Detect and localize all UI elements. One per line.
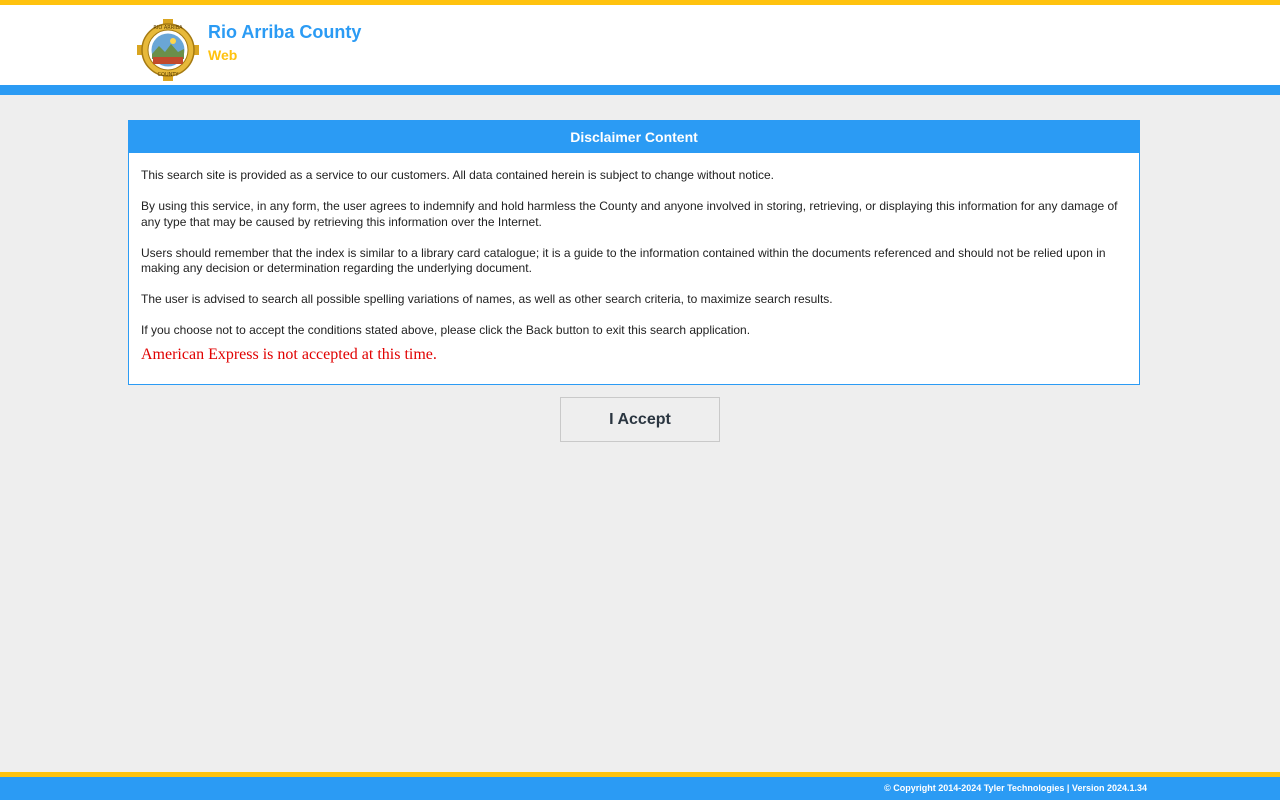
site-footer: © Copyright 2014-2024 Tyler Technologies… (0, 777, 1280, 800)
accept-button[interactable]: I Accept (560, 397, 720, 442)
disclaimer-paragraph: The user is advised to search all possib… (141, 292, 833, 306)
disclaimer-heading: Disclaimer Content (129, 121, 1139, 153)
site-title[interactable]: Rio Arriba County (208, 22, 361, 43)
disclaimer-paragraph: Users should remember that the index is … (141, 245, 1106, 276)
disclaimer-panel: Disclaimer Content This search site is p… (128, 120, 1140, 385)
site-header: RIO ARRIBA COUNTY Rio Arriba County Web (0, 5, 1280, 85)
disclaimer-paragraph: By using this service, in any form, the … (141, 199, 1118, 229)
site-subtitle: Web (208, 47, 238, 63)
county-seal-icon[interactable]: RIO ARRIBA COUNTY (137, 19, 199, 81)
header-accent-bar (0, 85, 1280, 95)
payment-notice: American Express is not accepted at this… (141, 345, 437, 363)
copyright-text: © Copyright 2014-2024 Tyler Technologies… (884, 783, 1147, 793)
disclaimer-body: This search site is provided as a servic… (129, 153, 1139, 364)
svg-text:RIO ARRIBA: RIO ARRIBA (153, 25, 183, 31)
disclaimer-paragraph: If you choose not to accept the conditio… (141, 323, 751, 337)
disclaimer-paragraph: This search site is provided as a servic… (141, 168, 774, 182)
svg-text:COUNTY: COUNTY (158, 72, 180, 78)
